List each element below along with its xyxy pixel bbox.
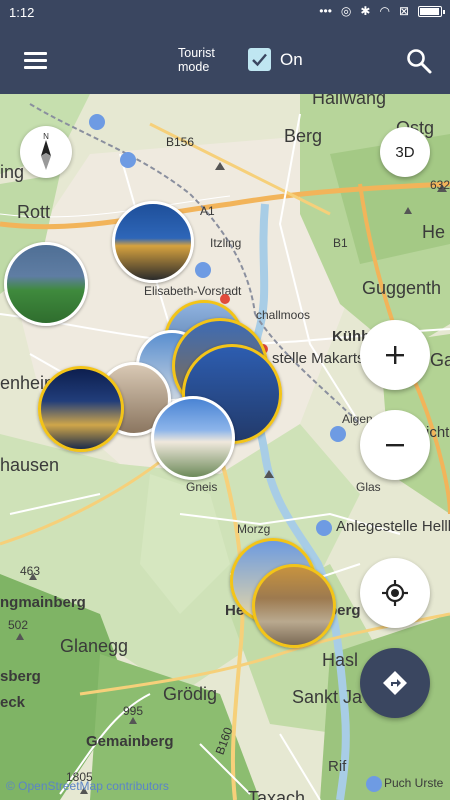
map-label: Rott [17, 202, 51, 222]
train-station-icon[interactable] [366, 776, 382, 792]
status-time: 1:12 [9, 5, 35, 20]
map-label: 995 [123, 704, 144, 718]
zoom-out-button[interactable] [360, 410, 430, 480]
compass-icon[interactable]: N [20, 126, 72, 178]
ferry-stop-icon[interactable] [316, 520, 332, 536]
map-label: B1 [333, 236, 348, 250]
location-status-icon: ◎ [340, 4, 352, 18]
train-station-icon[interactable] [330, 426, 346, 442]
map-label: Puch Urste [384, 776, 444, 790]
map-label: sberg [0, 668, 41, 685]
map-label: Glas [356, 480, 381, 494]
map-label: A1 [200, 204, 215, 218]
plus-icon [386, 346, 404, 364]
map-label: Hasl [322, 650, 359, 670]
map-label: He [422, 222, 446, 242]
map-label: Guggenth [362, 278, 442, 298]
my-location-button[interactable] [360, 558, 430, 628]
directions-icon [383, 671, 407, 695]
photo-marker-salzburg-museum[interactable] [112, 201, 194, 283]
three-d-label: 3D [395, 143, 415, 161]
train-station-icon[interactable] [89, 114, 105, 130]
my-location-icon [382, 580, 408, 606]
no-sim-icon: ⊠ [398, 4, 409, 18]
more-dots-icon: ••• [319, 4, 332, 18]
tourist-mode-checkbox[interactable] [248, 48, 271, 71]
map-label: Glanegg [60, 636, 129, 656]
tourist-mode-on-label: On [280, 50, 303, 69]
battery-icon [418, 5, 445, 17]
train-station-icon[interactable] [120, 152, 136, 168]
map-label: B156 [166, 135, 195, 149]
map-label: 632 [430, 178, 450, 192]
map-label: Gemainberg [86, 733, 174, 750]
osm-attribution-link[interactable]: © OpenStreetMap contributors [6, 779, 169, 793]
status-icons: ••• ◎ ✱ ◠ ⊠ [319, 4, 445, 18]
map-label: Hallwang [312, 94, 387, 108]
map-label: challmoos [256, 308, 311, 322]
directions-button[interactable] [360, 648, 430, 718]
map-label: Morzg [237, 522, 271, 536]
app-bar: Tourist mode On [0, 26, 450, 94]
map-label: Berg [284, 126, 323, 146]
photo-marker-stadium[interactable] [4, 242, 88, 326]
svg-text:N: N [43, 132, 49, 141]
poi-marker-icon[interactable] [220, 294, 230, 304]
map-label: Taxach [248, 788, 306, 800]
photo-marker-hangar7[interactable] [38, 366, 124, 452]
map-label: ngmainberg [0, 594, 86, 611]
map-label: 502 [8, 618, 29, 632]
map-label: Anlegestelle Hellb [336, 518, 450, 535]
wifi-icon: ◠ [379, 4, 390, 18]
map-label: Sankt Ja [292, 687, 363, 707]
status-bar: 1:12 ••• ◎ ✱ ◠ ⊠ [0, 0, 450, 26]
map-label: 463 [20, 564, 41, 578]
map-label: Grödig [163, 684, 218, 704]
map-label: Gneis [186, 480, 218, 494]
bluetooth-icon: ✱ [360, 4, 371, 18]
map-label: ichts [426, 424, 450, 441]
minus-icon [386, 444, 404, 447]
map-view[interactable]: Hallwang Berg B156 ing Rott A1 Itzling E… [0, 94, 450, 800]
map-label: Itzling [210, 236, 242, 250]
map-label: hausen [0, 455, 60, 475]
map-label: eck [0, 694, 26, 711]
map-label: Rif [328, 758, 347, 775]
map-label: stelle Makartst [272, 350, 369, 367]
map-label: Ga [430, 350, 450, 370]
three-d-button[interactable]: 3D [380, 127, 430, 177]
tourist-mode-label: Tourist mode [178, 46, 215, 74]
hamburger-menu-icon[interactable] [18, 46, 54, 74]
zoom-in-button[interactable] [360, 320, 430, 390]
check-icon [252, 53, 267, 67]
train-station-icon[interactable] [195, 262, 211, 278]
search-icon[interactable] [404, 46, 434, 76]
photo-marker-palace[interactable] [151, 396, 235, 480]
photo-marker-fountain[interactable] [252, 564, 336, 648]
